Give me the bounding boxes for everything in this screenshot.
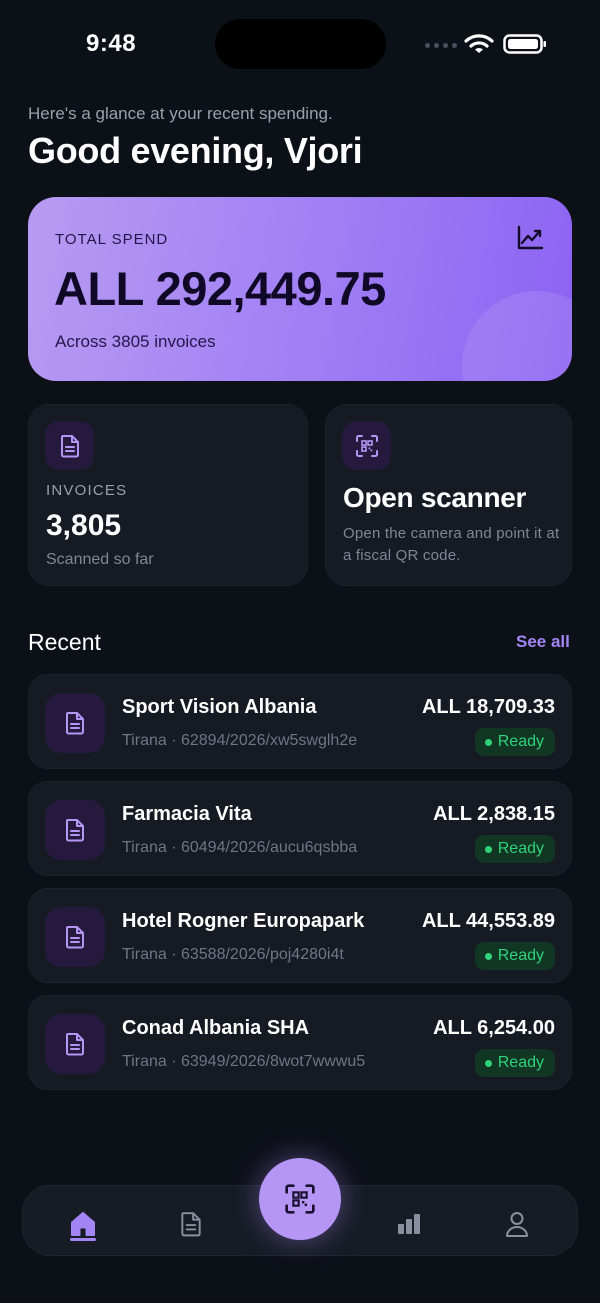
invoice-icon-tile bbox=[45, 907, 105, 967]
invoice-meta: Tirana · 60494/2026/aucu6qsbba bbox=[122, 839, 358, 856]
total-spend-amount: ALL 292,449.75 bbox=[54, 262, 386, 315]
total-spend-card[interactable]: TOTAL SPEND ALL 292,449.75 Across 3805 i… bbox=[28, 197, 572, 381]
document-icon bbox=[66, 819, 84, 842]
scan-fab-button[interactable] bbox=[259, 1158, 341, 1240]
merchant-name: Conad Albania SHA bbox=[122, 1017, 310, 1039]
wifi-icon bbox=[464, 34, 494, 53]
decorative-circle bbox=[462, 291, 572, 381]
dynamic-island bbox=[215, 19, 386, 69]
invoice-icon-tile bbox=[45, 693, 105, 753]
invoices-card[interactable]: INVOICES 3,805 Scanned so far bbox=[28, 404, 308, 586]
recent-title: Recent bbox=[28, 629, 101, 655]
scanner-icon-tile bbox=[342, 421, 391, 470]
status-time: 9:48 bbox=[86, 30, 137, 57]
total-spend-meta: Across 3805 invoices bbox=[55, 332, 216, 351]
scanner-description: Open the camera and point it at a fiscal… bbox=[343, 525, 560, 564]
status-badge: Ready bbox=[474, 1049, 555, 1077]
invoice-amount: ALL 6,254.00 bbox=[433, 1017, 555, 1039]
document-icon bbox=[181, 1212, 201, 1237]
list-item[interactable]: Hotel Rogner Europapark Tirana · 63588/2… bbox=[28, 888, 572, 983]
invoice-amount: ALL 2,838.15 bbox=[433, 803, 555, 825]
invoice-meta: Tirana · 63588/2026/poj4280i4t bbox=[122, 946, 344, 963]
invoice-amount: ALL 18,709.33 bbox=[421, 696, 555, 718]
list-item[interactable]: Farmacia Vita Tirana · 60494/2026/aucu6q… bbox=[28, 781, 572, 876]
invoices-label: INVOICES bbox=[46, 482, 128, 499]
total-spend-label: TOTAL SPEND bbox=[55, 231, 169, 248]
nav-stats[interactable] bbox=[389, 1204, 429, 1244]
invoices-icon-tile bbox=[45, 421, 94, 470]
list-item[interactable]: Conad Albania SHA Tirana · 63949/2026/8w… bbox=[28, 995, 572, 1090]
invoice-amount: ALL 44,553.89 bbox=[421, 910, 555, 932]
merchant-name: Sport Vision Albania bbox=[122, 696, 317, 718]
status-dot-icon bbox=[484, 845, 492, 853]
nav-home[interactable] bbox=[63, 1204, 103, 1244]
active-indicator bbox=[70, 1238, 96, 1241]
invoice-meta: Tirana · 62894/2026/xw5swglh2e bbox=[122, 732, 358, 749]
document-icon bbox=[66, 926, 84, 949]
scanner-title: Open scanner bbox=[343, 482, 527, 513]
invoice-icon-tile bbox=[45, 1014, 105, 1074]
greeting-subtitle: Here's a glance at your recent spending. bbox=[28, 104, 333, 123]
merchant-name: Hotel Rogner Europapark bbox=[122, 910, 365, 932]
status-dot-icon bbox=[484, 738, 492, 746]
status-label: Ready bbox=[497, 733, 544, 750]
status-badge: Ready bbox=[474, 942, 555, 970]
status-badge: Ready bbox=[474, 835, 555, 863]
battery-icon bbox=[503, 34, 546, 54]
status-label: Ready bbox=[497, 840, 544, 857]
home-icon bbox=[71, 1212, 95, 1236]
signal-icon bbox=[425, 43, 457, 48]
status-dot-icon bbox=[484, 1059, 492, 1067]
document-icon bbox=[66, 712, 84, 735]
invoices-sub: Scanned so far bbox=[46, 551, 154, 568]
see-all-link[interactable]: See all bbox=[516, 632, 570, 652]
greeting-title: Good evening, Vjori bbox=[28, 130, 363, 171]
status-label: Ready bbox=[497, 947, 544, 964]
list-item[interactable]: Sport Vision Albania Tirana · 62894/2026… bbox=[28, 674, 572, 769]
document-icon bbox=[66, 1033, 84, 1056]
document-icon bbox=[60, 434, 79, 457]
open-scanner-card[interactable]: Open scanner Open the camera and point i… bbox=[325, 404, 572, 586]
trend-chart-icon[interactable] bbox=[516, 225, 544, 251]
profile-icon bbox=[506, 1212, 528, 1237]
invoices-count: 3,805 bbox=[46, 509, 122, 542]
status-bar: 9:48 bbox=[0, 0, 600, 90]
nav-profile[interactable] bbox=[497, 1204, 537, 1244]
qr-scan-icon bbox=[355, 434, 378, 457]
status-label: Ready bbox=[497, 1054, 544, 1071]
nav-documents[interactable] bbox=[171, 1204, 211, 1244]
bar-chart-icon bbox=[398, 1214, 420, 1234]
invoice-meta: Tirana · 63949/2026/8wot7wwwu5 bbox=[122, 1053, 366, 1070]
status-dot-icon bbox=[484, 952, 492, 960]
merchant-name: Farmacia Vita bbox=[122, 803, 252, 825]
status-badge: Ready bbox=[474, 728, 555, 756]
invoice-icon-tile bbox=[45, 800, 105, 860]
qr-scan-icon bbox=[285, 1184, 315, 1214]
